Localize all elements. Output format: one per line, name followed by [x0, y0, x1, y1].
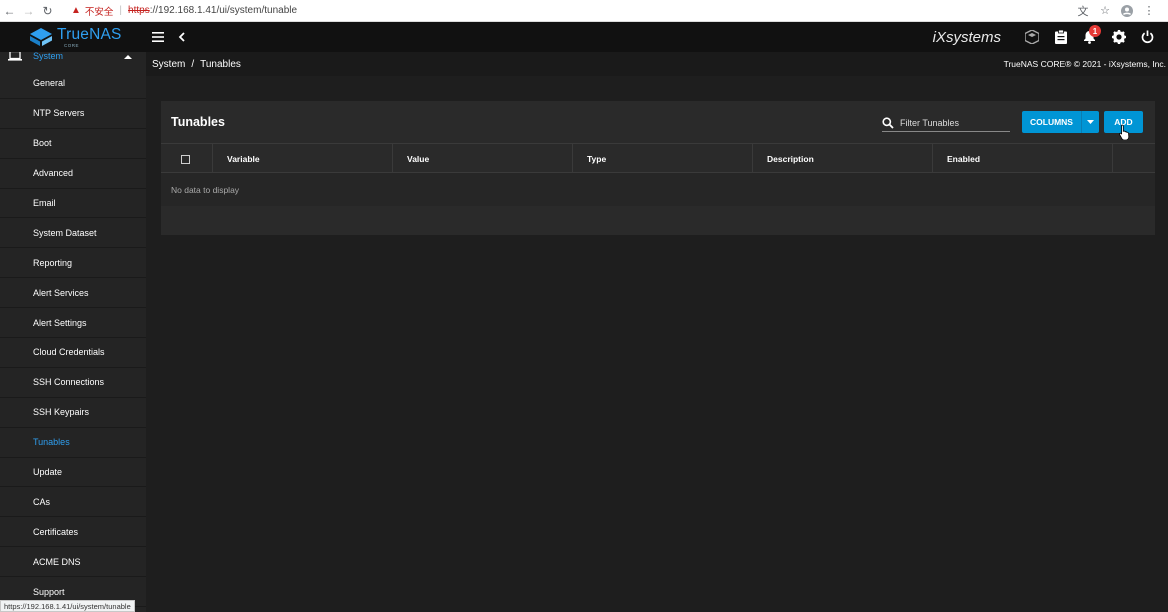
logo-text: TrueNAS [57, 26, 122, 43]
sidebar-item-ssh-keypairs[interactable]: SSH Keypairs [0, 398, 146, 428]
notification-badge: 1 [1089, 25, 1101, 37]
table-header: Variable Value Type Description Enabled [161, 143, 1155, 173]
sidebar-item-label: Reporting [33, 257, 73, 268]
sidebar-item-label: Alert Settings [33, 317, 87, 328]
sidebar-item-label: Support [33, 586, 65, 597]
columns-button[interactable]: COLUMNS [1022, 111, 1099, 133]
ixsystems-logo[interactable]: iXsystems [933, 29, 1001, 46]
breadcrumb: System / Tunables TrueNAS CORE® © 2021 -… [146, 52, 1168, 76]
column-header-type[interactable]: Type [573, 144, 753, 173]
sidebar-item-label: Certificates [33, 526, 79, 537]
breadcrumb-current: Tunables [200, 58, 241, 70]
warning-icon: ▲ [71, 5, 81, 16]
copyright-text: TrueNAS CORE® © 2021 - iXsystems, Inc. [1003, 59, 1166, 69]
url-path: ://192.168.1.41/ui/system/tunable [149, 5, 298, 16]
sidebar-item-label: Cloud Credentials [33, 347, 105, 358]
sidebar-item-acme-dns[interactable]: ACME DNS [0, 547, 146, 578]
truenas-mark-icon [30, 28, 52, 46]
sidebar-item-certificates[interactable]: Certificates [0, 517, 146, 548]
sidebar-item-alert-services[interactable]: Alert Services [0, 278, 146, 309]
sidebar-item-alert-settings[interactable]: Alert Settings [0, 308, 146, 339]
sidebar-item-tunables[interactable]: Tunables [0, 428, 146, 458]
sidebar-section-label: System [33, 52, 64, 61]
column-header-variable[interactable]: Variable [213, 144, 393, 173]
page-title: Tunables [171, 115, 225, 129]
sidebar: System General NTP Servers Boot Advanced… [0, 52, 146, 612]
sidebar-item-email[interactable]: Email [0, 189, 146, 219]
sidebar-item-label: Email [33, 198, 56, 208]
bookmark-star-icon[interactable]: ☆ [1094, 0, 1116, 22]
columns-button-label: COLUMNS [1030, 117, 1073, 127]
sidebar-item-label: SSH Connections [33, 377, 105, 388]
sidebar-item-ssh-connections[interactable]: SSH Connections [0, 368, 146, 398]
sidebar-section-system[interactable]: System [0, 52, 146, 64]
laptop-icon [8, 52, 22, 61]
sidebar-item-label: Boot [33, 138, 52, 149]
sidebar-item-label: System Dataset [33, 227, 97, 238]
sidebar-item-reporting[interactable]: Reporting [0, 248, 146, 279]
column-header-enabled[interactable]: Enabled [933, 144, 1113, 173]
select-all-checkbox[interactable] [181, 155, 190, 164]
url-scheme: https [128, 5, 150, 16]
sidebar-item-label: General [33, 78, 66, 89]
translate-icon[interactable]: 文 [1072, 0, 1094, 22]
chevron-up-icon [124, 55, 132, 59]
breadcrumb-parent[interactable]: System [152, 59, 185, 70]
forward-icon[interactable]: → [19, 0, 38, 22]
sidebar-item-label: ACME DNS [33, 556, 81, 567]
back-icon[interactable]: ← [0, 0, 19, 22]
menu-toggle-icon[interactable] [146, 22, 170, 52]
sidebar-item-cas[interactable]: CAs [0, 487, 146, 518]
breadcrumb-separator: / [191, 58, 195, 70]
settings-gear-icon[interactable] [1104, 22, 1133, 52]
filter-field [882, 115, 1010, 132]
sidebar-item-label: NTP Servers [33, 108, 85, 119]
reload-icon[interactable]: ↻ [38, 0, 57, 22]
sidebar-item-advanced[interactable]: Advanced [0, 159, 146, 189]
security-label: 不安全 [84, 6, 114, 18]
sidebar-item-cloud-credentials[interactable]: Cloud Credentials [0, 338, 146, 368]
sidebar-item-label: Alert Services [33, 287, 89, 298]
app-topbar: TrueNAS CORE iXsystems 1 [0, 22, 1168, 52]
menu-kebab-icon[interactable]: ⋮ [1138, 0, 1160, 22]
filter-tunables-input[interactable] [900, 118, 1010, 128]
clipboard-icon[interactable] [1046, 22, 1075, 52]
sidebar-item-boot[interactable]: Boot [0, 129, 146, 159]
power-icon[interactable] [1133, 22, 1162, 52]
sidebar-item-label: SSH Keypairs [33, 407, 90, 418]
sidebar-item-update[interactable]: Update [0, 458, 146, 488]
hand-cursor-icon [1119, 124, 1130, 140]
address-divider: | [119, 5, 123, 16]
logo-subtext: CORE [64, 43, 80, 48]
select-all-cell [161, 144, 213, 173]
truenas-logo[interactable]: TrueNAS CORE [0, 22, 146, 52]
sidebar-item-general[interactable]: General [0, 69, 146, 99]
truecommand-icon[interactable] [1017, 22, 1046, 52]
empty-table-message: No data to display [161, 173, 1155, 206]
sidebar-item-label: Tunables [33, 437, 70, 448]
chevron-down-icon[interactable] [1081, 111, 1099, 133]
sidebar-item-label: CAs [33, 496, 51, 507]
sidebar-item-system-dataset[interactable]: System Dataset [0, 218, 146, 249]
address-bar[interactable]: ▲ 不安全 | https://192.168.1.41/ui/system/t… [71, 0, 297, 22]
notifications-bell-icon[interactable]: 1 [1075, 22, 1104, 52]
sidebar-item-label: Advanced [33, 168, 74, 179]
search-icon [882, 117, 894, 129]
browser-toolbar: ← → ↻ ▲ 不安全 | https://192.168.1.41/ui/sy… [0, 0, 1168, 22]
column-header-description[interactable]: Description [753, 144, 933, 173]
collapse-back-icon[interactable] [170, 22, 194, 52]
tunables-card: Tunables COLUMNS ADD Variable Value Type… [161, 101, 1155, 235]
sidebar-item-label: Update [33, 467, 63, 478]
profile-icon[interactable] [1116, 0, 1138, 22]
status-url-tooltip: https://192.168.1.41/ui/system/tunable [0, 600, 135, 612]
column-header-value[interactable]: Value [393, 144, 573, 173]
sidebar-item-ntp-servers[interactable]: NTP Servers [0, 99, 146, 129]
